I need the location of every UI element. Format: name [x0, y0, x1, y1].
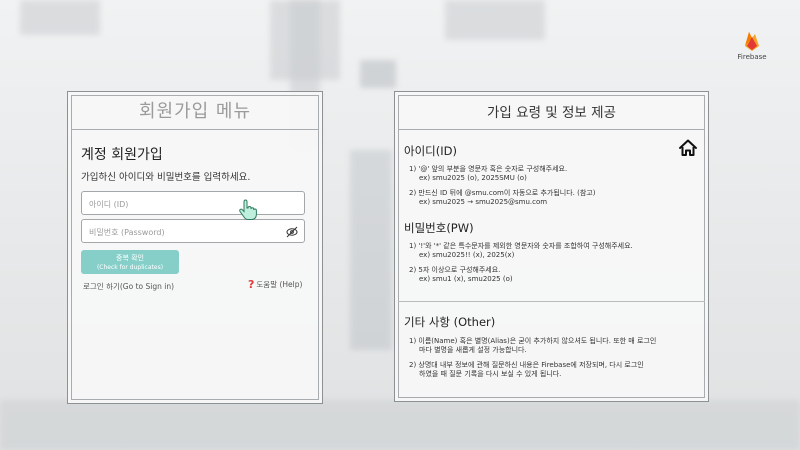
eye-off-icon[interactable] [285, 224, 299, 243]
instruction-text: 가입하신 아이디와 비밀번호를 입력하세요. [81, 172, 251, 183]
item-example: ex) smu2025 → smu2025@smu.com [419, 198, 548, 206]
help-link[interactable]: ? 도움말 (Help) [248, 278, 302, 291]
item-text: 2) 5자 이상으로 구성해주세요. [409, 266, 501, 274]
check-duplicates-label: 중복 확인 [116, 254, 144, 262]
logo-text: Firebase [737, 53, 767, 61]
divider [398, 129, 705, 130]
id-field[interactable] [81, 191, 305, 216]
go-to-sign-in-link[interactable]: 로그인 하기(Go to Sign in) [83, 281, 174, 292]
divider [71, 129, 319, 130]
list-item: 2) 상명대 내부 정보에 관해 질문하신 내용은 Firebase에 저장되며… [409, 361, 699, 379]
item-text: 1) '@' 앞의 부분을 영문자 혹은 숫자로 구성해주세요. [409, 165, 568, 173]
firebase-flame-icon [745, 32, 759, 51]
check-duplicates-sublabel: (Check for duplicates) [96, 264, 164, 271]
item-example: ex) smu2025!! (x), 2025(x) [419, 251, 515, 259]
list-item: 2) 만드신 ID 뒤에 @smu.com이 자동으로 추가됩니다. (참고) … [409, 189, 699, 207]
list-item: 2) 5자 이상으로 구성해주세요. ex) smu1 (x), smu2025… [409, 266, 699, 284]
question-mark-icon: ? [248, 278, 255, 291]
help-label: 도움말 (Help) [256, 280, 303, 289]
hand-pointer-icon [238, 199, 258, 225]
item-text: 2) 상명대 내부 정보에 관해 질문하신 내용은 Firebase에 저장되며… [409, 361, 644, 369]
item-example: ex) smu2025 (o), 2025SMU (o) [419, 174, 527, 182]
pw-section-heading: 비밀번호(PW) [404, 221, 474, 235]
pw-section: 비밀번호(PW) 1) '!'와 '*' 같은 특수문자를 제외한 영문자와 숫… [404, 220, 699, 284]
list-item: 1) '@' 앞의 부분을 영문자 혹은 숫자로 구성해주세요. ex) smu… [409, 165, 699, 183]
item-continuation: 하였을 때 질문 기록을 다시 보실 수 있게 됩니다. [419, 370, 562, 378]
list-item: 1) 이름(Name) 혹은 별명(Alias)은 굳이 추가하지 않으셔도 됩… [409, 337, 699, 355]
firebase-logo: Firebase [735, 30, 769, 61]
signup-panel: 회원가입 메뉴 계정 회원가입 가입하신 아이디와 비밀번호를 입력하세요. 중… [67, 91, 323, 404]
list-item: 1) '!'와 '*' 같은 특수문자를 제외한 영문자와 숫자를 조합하여 구… [409, 242, 699, 260]
info-panel: 가입 요령 및 정보 제공 아이디(ID) 1) '@' 앞의 부분을 영문자 … [394, 91, 709, 402]
id-section: 아이디(ID) 1) '@' 앞의 부분을 영문자 혹은 숫자로 구성해주세요.… [404, 143, 699, 207]
item-example: ex) smu1 (x), smu2025 (o) [419, 275, 513, 283]
other-section-heading: 기타 사항 (Other) [404, 315, 496, 329]
panel-title: 회원가입 메뉴 [138, 101, 252, 122]
item-text: 1) 이름(Name) 혹은 별명(Alias)은 굳이 추가하지 않으셔도 됩… [409, 337, 657, 345]
item-text: 1) '!'와 '*' 같은 특수문자를 제외한 영문자와 숫자를 조합하여 구… [409, 242, 633, 250]
divider [398, 301, 705, 302]
item-continuation: 마다 별명을 새롭게 설정 가능합니다. [419, 346, 527, 354]
item-text: 2) 만드신 ID 뒤에 @smu.com이 자동으로 추가됩니다. (참고) [409, 189, 596, 197]
section-title: 계정 회원가입 [81, 147, 163, 163]
check-duplicates-button[interactable]: 중복 확인 (Check for duplicates) [81, 250, 179, 274]
password-field[interactable] [81, 219, 305, 244]
info-panel-title: 가입 요령 및 정보 제공 [487, 105, 616, 121]
other-section: 기타 사항 (Other) 1) 이름(Name) 혹은 별명(Alias)은 … [404, 314, 699, 379]
id-section-heading: 아이디(ID) [404, 144, 457, 158]
